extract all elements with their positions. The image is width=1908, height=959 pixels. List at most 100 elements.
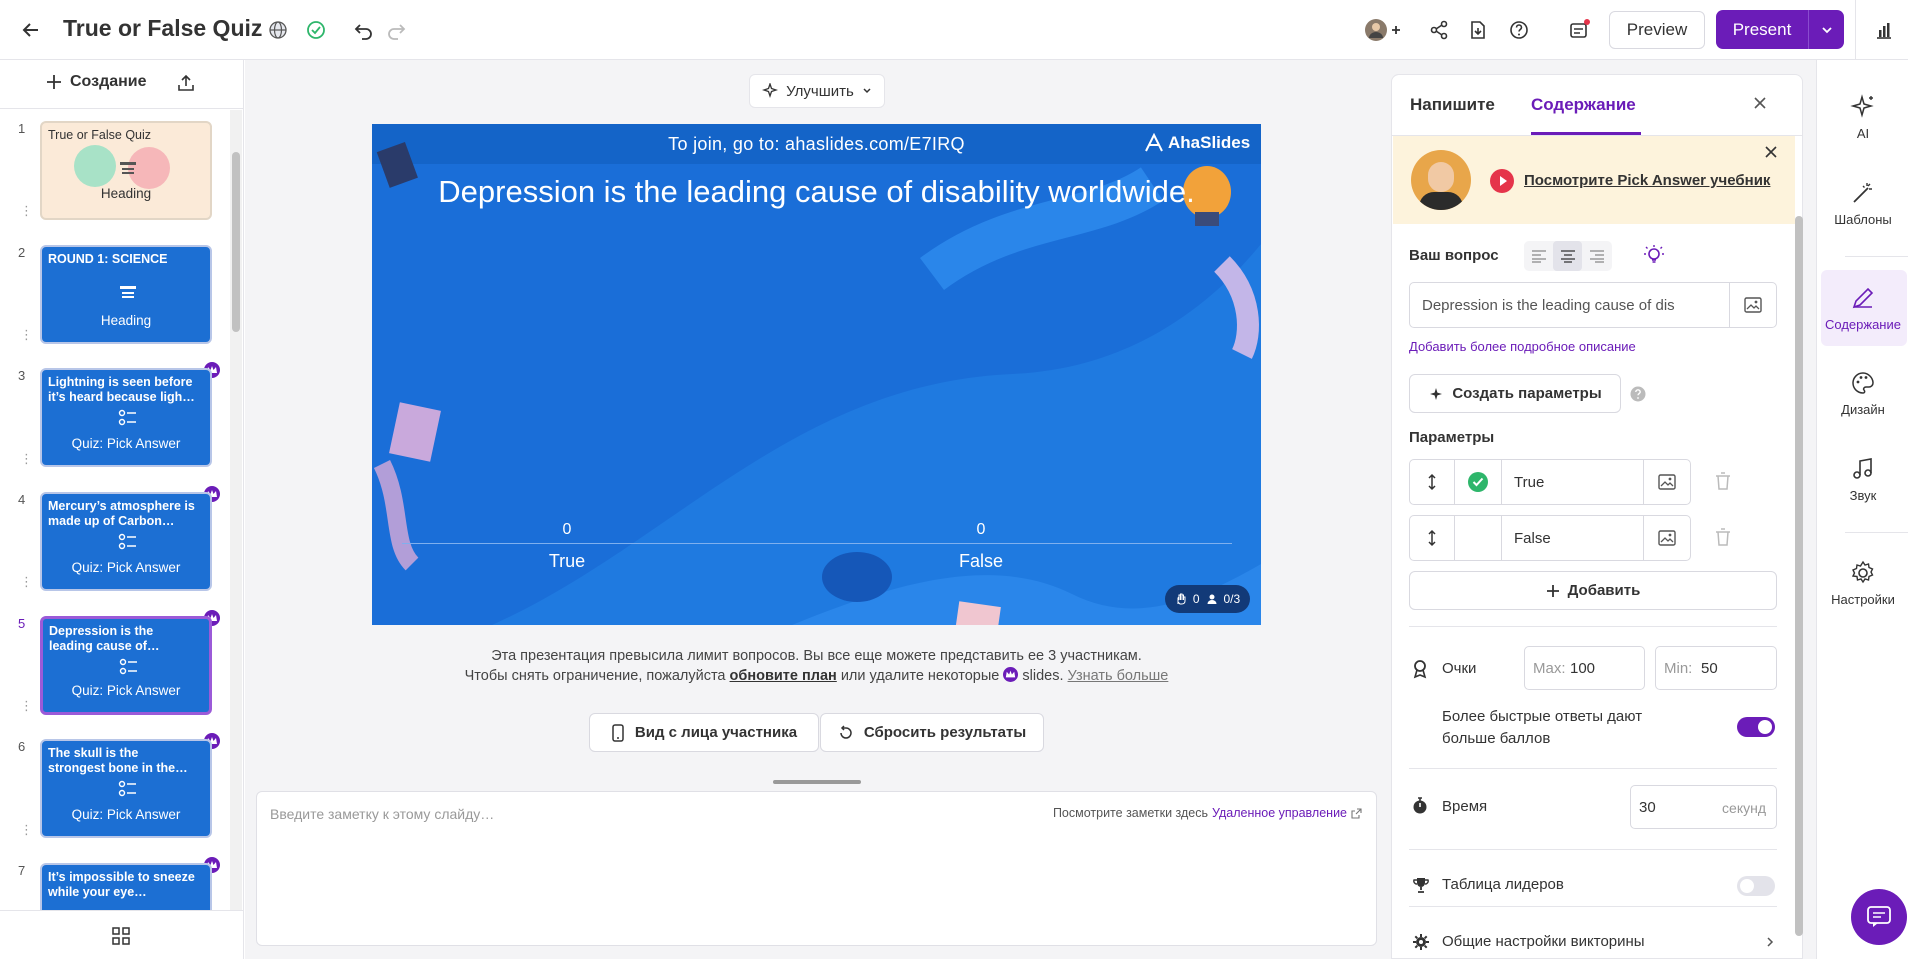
- notifications-icon[interactable]: [1566, 16, 1594, 44]
- time-input[interactable]: 30 секунд: [1630, 785, 1777, 829]
- leaderboard-toggle[interactable]: [1737, 876, 1775, 896]
- close-panel-icon[interactable]: [1750, 93, 1770, 113]
- correct-toggle-true[interactable]: [1454, 459, 1502, 505]
- export-file-icon[interactable]: [1464, 16, 1492, 44]
- rail-design[interactable]: Дизайн: [1817, 370, 1908, 417]
- ai-sparkle-icon: [1850, 94, 1876, 120]
- slide-thumb-type: Quiz: Pick Answer: [71, 807, 181, 822]
- align-center-icon[interactable]: [1553, 241, 1582, 271]
- slide-thumb-6[interactable]: The skull is the strongest bone in the… …: [40, 739, 212, 838]
- remote-control-link[interactable]: Удаленное управление: [1212, 806, 1347, 820]
- align-right-icon[interactable]: [1582, 241, 1611, 271]
- correct-toggle-false[interactable]: [1454, 515, 1502, 561]
- drag-handle-icon[interactable]: [1409, 515, 1455, 561]
- general-settings-label[interactable]: Общие настройки викторины: [1442, 933, 1645, 950]
- help-circle-icon[interactable]: [1629, 385, 1647, 403]
- pick-answer-icon: [118, 779, 138, 799]
- min-points-input[interactable]: Min: 50: [1655, 646, 1777, 690]
- delete-option-icon[interactable]: [1712, 470, 1734, 492]
- play-icon[interactable]: [1490, 169, 1514, 193]
- results-chart-icon[interactable]: [1870, 16, 1898, 44]
- add-description-link[interactable]: Добавить более подробное описание: [1409, 339, 1636, 354]
- close-banner-icon[interactable]: [1763, 144, 1779, 160]
- stopwatch-icon: [1412, 797, 1428, 815]
- slides-scrollbar[interactable]: [230, 110, 242, 910]
- question-input-value: Depression is the leading cause of dis: [1422, 297, 1675, 314]
- slide-preview[interactable]: To join, go to: ahaslides.com/E7IRQ AhaS…: [372, 124, 1261, 625]
- slide-number: 2: [18, 245, 26, 260]
- redo-icon[interactable]: [382, 16, 410, 44]
- slide-number: 7: [18, 863, 26, 878]
- add-collaborator-icon[interactable]: [1364, 16, 1404, 44]
- rail-settings[interactable]: Настройки: [1817, 560, 1908, 607]
- rail-templates[interactable]: Шаблоны: [1817, 180, 1908, 227]
- help-icon[interactable]: [1505, 16, 1533, 44]
- slide-question: Depression is the leading cause of disab…: [438, 174, 1195, 209]
- image-icon: [1658, 474, 1676, 490]
- drag-handle-icon[interactable]: [1409, 459, 1455, 505]
- panel-scrollbar[interactable]: [1794, 136, 1804, 959]
- learn-more-link[interactable]: Узнать больше: [1068, 668, 1169, 684]
- option-input-false[interactable]: False: [1501, 515, 1644, 561]
- slide-thumb-type: Heading: [100, 186, 152, 201]
- tab-write[interactable]: Напишите: [1410, 95, 1495, 115]
- params-label: Параметры: [1409, 429, 1495, 446]
- grid-view-icon[interactable]: [112, 927, 130, 945]
- chevron-right-icon[interactable]: [1765, 936, 1775, 948]
- align-left-icon[interactable]: [1524, 241, 1553, 271]
- slide-thumb-type: Quiz: Pick Answer: [71, 683, 181, 698]
- back-arrow-icon[interactable]: [17, 16, 45, 44]
- preview-button[interactable]: Preview: [1609, 11, 1705, 49]
- option-image-button[interactable]: [1643, 515, 1691, 561]
- saved-check-icon: [302, 16, 330, 44]
- max-points-input[interactable]: Max: 100: [1524, 646, 1645, 690]
- upload-icon[interactable]: [176, 73, 196, 93]
- rail-audio[interactable]: Звук: [1817, 456, 1908, 503]
- participant-view-button[interactable]: Вид с лица участника: [589, 713, 819, 752]
- present-button[interactable]: Present: [1716, 10, 1844, 49]
- leaderboard-label: Таблица лидеров: [1442, 876, 1564, 893]
- delete-option-icon[interactable]: [1712, 526, 1734, 548]
- generate-options-button[interactable]: Создать параметры: [1409, 374, 1621, 413]
- chat-support-button[interactable]: [1851, 889, 1907, 945]
- option-image-button[interactable]: [1643, 459, 1691, 505]
- rail-ai[interactable]: AI: [1817, 94, 1908, 141]
- slide-thumb-title: The skull is the strongest bone in the…: [48, 746, 188, 775]
- slide-thumb-4[interactable]: Mercury’s atmosphere is made up of Carbo…: [40, 492, 212, 591]
- resize-handle[interactable]: [773, 780, 861, 784]
- globe-icon[interactable]: [264, 16, 292, 44]
- upgrade-plan-link[interactable]: обновите план: [730, 668, 837, 684]
- right-rail: AI Шаблоны Содержание Дизайн Звук Настро…: [1816, 60, 1908, 959]
- hand-icon: [1177, 593, 1186, 605]
- create-slide-button[interactable]: Создание: [46, 73, 147, 91]
- option-input-true[interactable]: True: [1501, 459, 1644, 505]
- improve-button[interactable]: Улучшить: [749, 74, 885, 108]
- sparkle-icon: [1430, 387, 1443, 400]
- rail-content[interactable]: Содержание: [1817, 285, 1908, 332]
- share-icon[interactable]: [1425, 16, 1453, 44]
- add-option-button[interactable]: Добавить: [1409, 571, 1777, 610]
- slide-thumb-2[interactable]: ROUND 1: SCIENCE Heading: [40, 245, 212, 344]
- points-label: Очки: [1442, 660, 1477, 677]
- tutorial-link[interactable]: Посмотрите Pick Answer учебник: [1524, 172, 1770, 189]
- slide-thumb-1[interactable]: True or False Quiz Heading: [40, 121, 212, 220]
- slide-thumb-3[interactable]: Lightning is seen before it’s heard beca…: [40, 368, 212, 467]
- slide-thumb-5-selected[interactable]: Depression is the leading cause of… Quiz…: [40, 616, 212, 715]
- slide-thumb-title: ROUND 1: SCIENCE: [48, 252, 168, 266]
- alignment-group: [1524, 241, 1612, 271]
- chevron-down-icon[interactable]: [1809, 23, 1844, 37]
- slides-sidebar: Создание 1 ⋮ True or False Quiz Heading …: [0, 60, 244, 959]
- slide-number: 1: [18, 121, 26, 136]
- presentation-title[interactable]: True or False Quiz: [63, 15, 262, 42]
- phone-icon: [612, 723, 624, 742]
- slide-thumb-7[interactable]: It’s impossible to sneeze while your eye…: [40, 863, 212, 910]
- undo-icon[interactable]: [350, 16, 378, 44]
- notes-box[interactable]: Введите заметку к этому слайду… Посмотри…: [256, 791, 1377, 946]
- idea-bulb-icon[interactable]: [1642, 243, 1666, 267]
- question-image-button[interactable]: [1729, 282, 1777, 328]
- chevron-down-icon: [863, 88, 871, 94]
- reset-results-button[interactable]: Сбросить результаты: [820, 713, 1044, 752]
- tab-content[interactable]: Содержание: [1531, 95, 1636, 115]
- question-input[interactable]: Depression is the leading cause of dis: [1409, 282, 1730, 328]
- faster-answers-toggle[interactable]: [1737, 717, 1775, 737]
